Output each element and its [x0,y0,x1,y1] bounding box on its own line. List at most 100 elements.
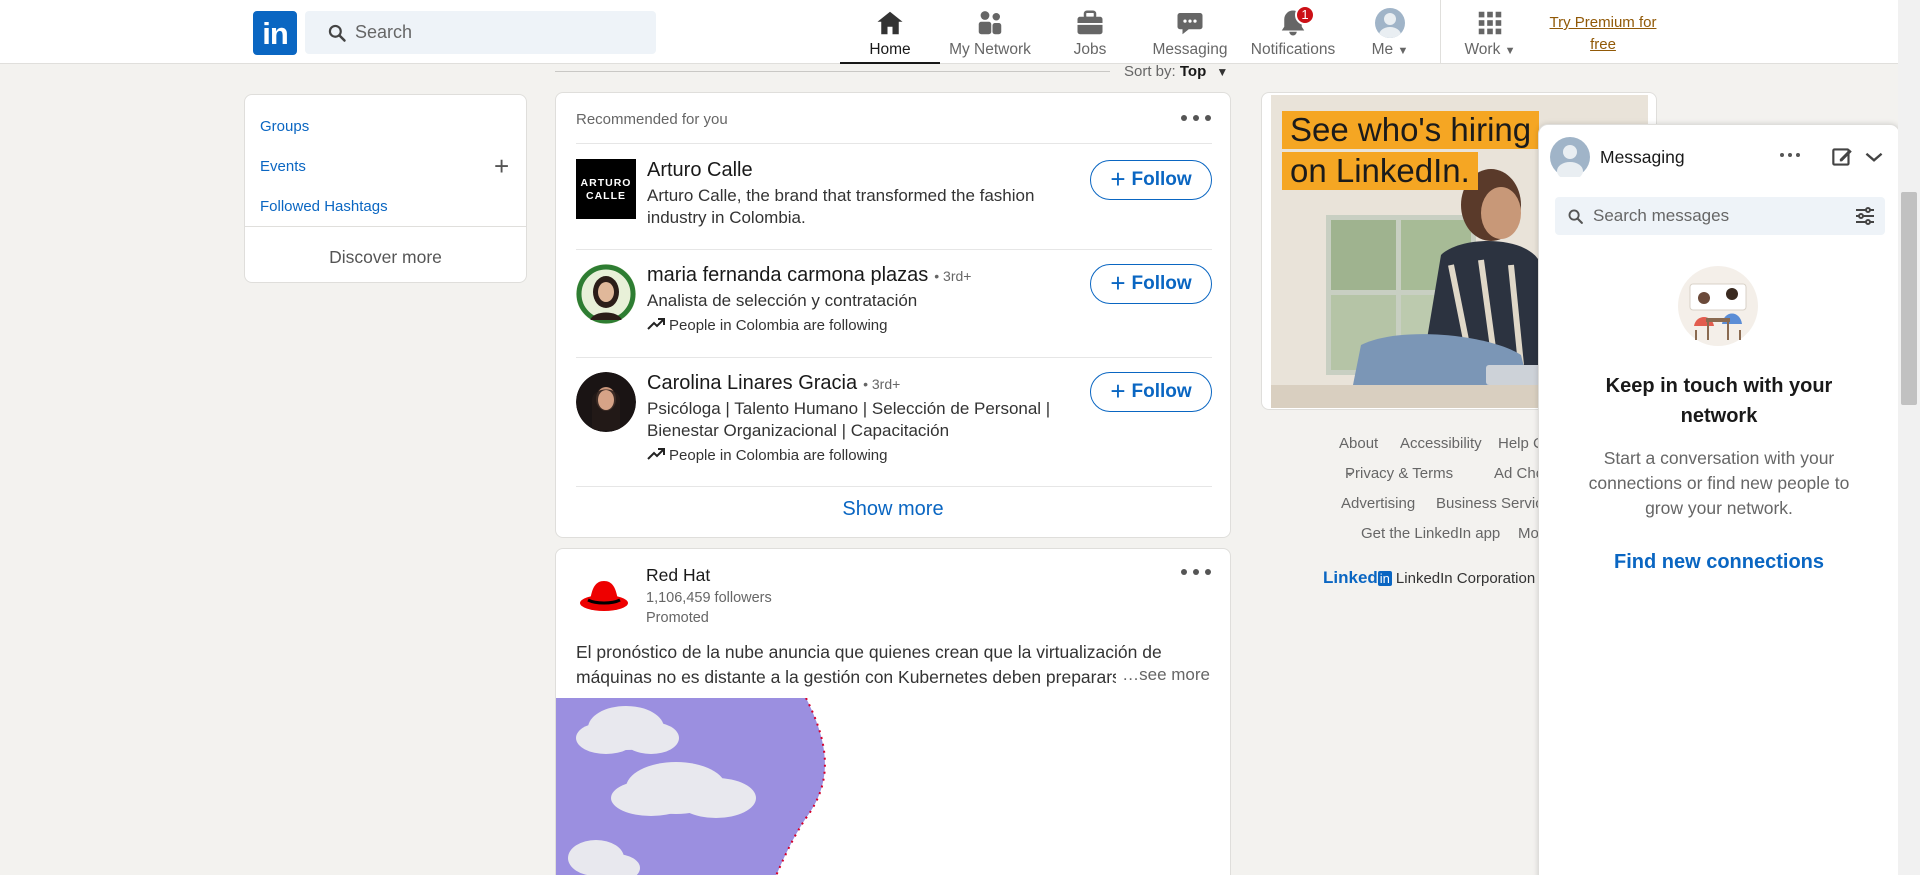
recommendation-name[interactable]: Arturo Calle [647,159,753,182]
footer-corporation: Linked in LinkedIn Corporation [1323,568,1536,587]
people-icon [978,11,1002,35]
messaging-title[interactable]: Messaging [1600,147,1685,168]
trending-up-icon [647,318,665,330]
footer-link-more[interactable]: Mo [1518,525,1539,542]
recommendation-name[interactable]: maria fernanda carmona plazas • 3rd+ [647,264,971,287]
nav-me[interactable]: Me ▼ [1350,0,1430,64]
sort-divider [555,71,1110,72]
add-event-icon[interactable]: + [494,153,509,179]
try-premium-link[interactable]: Try Premium for free [1540,12,1666,56]
filter-icon[interactable] [1855,207,1875,225]
profile-photo[interactable] [576,264,636,324]
messaging-headline: Keep in touch with your network [1605,375,1833,427]
nav-divider [1440,0,1441,64]
linkedin-wordmark: Linked [1323,568,1378,587]
degree-label: • 3rd+ [863,376,901,392]
list-item: maria fernanda carmona plazas • 3rd+ Anal… [576,264,1212,344]
sidebar-divider [245,226,526,227]
page-scrollbar[interactable] [1898,0,1920,875]
promoted-post: Red Hat 1,106,459 followers Promoted El … [555,548,1231,875]
recommendation-name[interactable]: Carolina Linares Gracia • 3rd+ [647,372,900,395]
ad-headline-line1: See who's hiring [1282,111,1540,149]
footer-link-adchoices[interactable]: Ad Cho [1494,465,1544,482]
sidebar-item-events[interactable]: Events [260,158,306,175]
footer-link-about[interactable]: About [1339,435,1378,452]
message-search-input[interactable] [1593,197,1843,235]
trend-note: People in Colombia are following [647,317,887,334]
ad-headline-line2: on LinkedIn. [1282,152,1478,190]
avatar [1375,8,1405,38]
avatar[interactable] [1550,137,1590,177]
notification-badge: 1 [1295,5,1315,25]
follow-button[interactable]: + Follow [1090,264,1212,304]
divider [576,486,1212,487]
chevron-down-icon: ⌄ [1345,465,1356,479]
recommended-header: Recommended for you [576,111,728,128]
list-item: Carolina Linares Gracia • 3rd+ Psicóloga … [576,372,1212,482]
footer-link-advertising[interactable]: Advertising [1341,495,1415,512]
divider [576,357,1212,358]
profile-photo[interactable] [576,372,636,432]
more-options-icon[interactable] [1780,153,1800,163]
red-hat-logo[interactable] [578,567,630,619]
nav-work[interactable]: Work ▼ [1450,0,1530,64]
compose-icon[interactable] [1829,144,1855,170]
more-options-icon[interactable] [1181,115,1211,125]
more-options-icon[interactable] [1181,569,1211,579]
footer-link-accessibility[interactable]: Accessibility [1400,435,1482,452]
divider [576,249,1212,250]
messaging-subtext: Start a conversation with your connectio… [1588,448,1850,518]
chevron-down-icon[interactable] [1861,144,1887,170]
follower-count: 1,106,459 followers [646,590,772,606]
follow-button[interactable]: + Follow [1090,160,1212,200]
top-nav-bar: in Home My Network Jobs Messaging 1 Noti… [0,0,1898,64]
conversation-illustration [1678,266,1758,346]
scrollbar-thumb[interactable] [1901,192,1917,405]
follow-button[interactable]: + Follow [1090,372,1212,412]
discover-more-button[interactable]: Discover more [245,247,526,268]
global-search[interactable] [305,11,656,54]
search-icon [1568,209,1583,224]
nav-my-network[interactable]: My Network [940,0,1040,64]
nav-me-label: Me ▼ [1371,41,1409,58]
nav-messaging-label: Messaging [1152,41,1228,58]
show-more-button[interactable]: Show more [556,498,1230,521]
nav-home[interactable]: Home [840,0,940,64]
nav-messaging[interactable]: Messaging [1140,0,1240,64]
plus-icon: + [1110,267,1126,298]
recommendation-description: Arturo Calle, the brand that transformed… [647,186,1035,227]
sidebar-item-groups[interactable]: Groups [260,118,309,135]
plus-icon: + [1110,375,1126,406]
linkedin-logo[interactable]: in [253,11,297,55]
message-search[interactable] [1555,197,1885,235]
promoted-label: Promoted [646,610,709,626]
plus-icon: + [1110,163,1126,194]
recommended-card: Recommended for you ARTURO CALLE Arturo … [555,92,1231,538]
post-image[interactable] [556,698,1230,875]
nav-notifications[interactable]: 1 Notifications [1243,0,1343,64]
list-item: ARTURO CALLE Arturo Calle Arturo Calle, … [576,159,1212,239]
nav-jobs-label: Jobs [1073,41,1107,58]
find-new-connections-link[interactable]: Find new connections [1539,551,1899,574]
chevron-down-icon: ▼ [1397,45,1409,57]
arturo-calle-logo[interactable]: ARTURO CALLE [576,159,636,219]
messaging-panel: Messaging Keep in touch with your networ… [1538,124,1900,875]
trend-note: People in Colombia are following [647,447,887,464]
briefcase-icon [1077,10,1103,35]
nav-home-label: Home [869,41,911,58]
chevron-down-icon: ▼ [1504,45,1516,57]
nav-work-label: Work ▼ [1464,41,1516,58]
company-name[interactable]: Red Hat [646,565,710,586]
search-input[interactable] [355,11,645,54]
sort-value: Top [1179,63,1207,80]
sidebar-item-hashtags[interactable]: Followed Hashtags [260,198,388,215]
footer-link-help[interactable]: Help C [1498,435,1544,452]
sort-dropdown[interactable]: Sort by: Top ▼ [1124,63,1228,80]
left-sidebar-card: Groups Events + Followed Hashtags Discov… [244,94,527,283]
caret-down-icon: ▼ [1216,65,1229,79]
see-more-link[interactable]: …see more [1116,665,1210,685]
footer-link-business[interactable]: Business Servic [1436,495,1543,512]
search-icon [328,24,346,42]
nav-jobs[interactable]: Jobs [1050,0,1130,64]
footer-link-getapp[interactable]: Get the LinkedIn app [1361,525,1500,542]
